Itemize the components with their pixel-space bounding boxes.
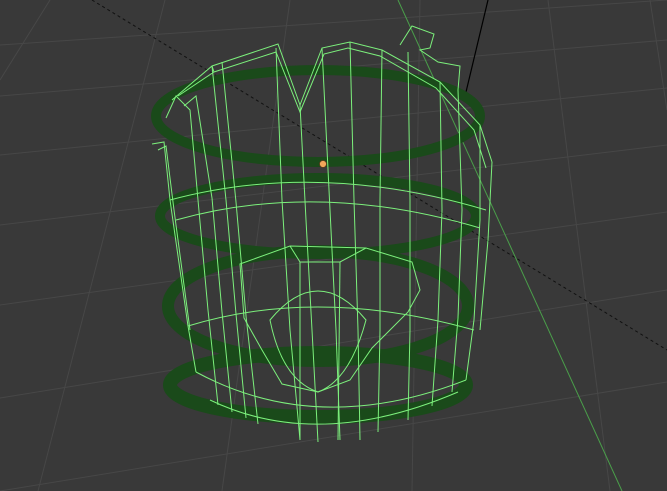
object-origin[interactable] bbox=[319, 160, 327, 168]
viewport-canvas[interactable] bbox=[0, 0, 667, 491]
3d-viewport[interactable] bbox=[0, 0, 667, 491]
barrel-ring-stripes bbox=[151, 65, 485, 424]
x-axis-line bbox=[91, 0, 667, 351]
